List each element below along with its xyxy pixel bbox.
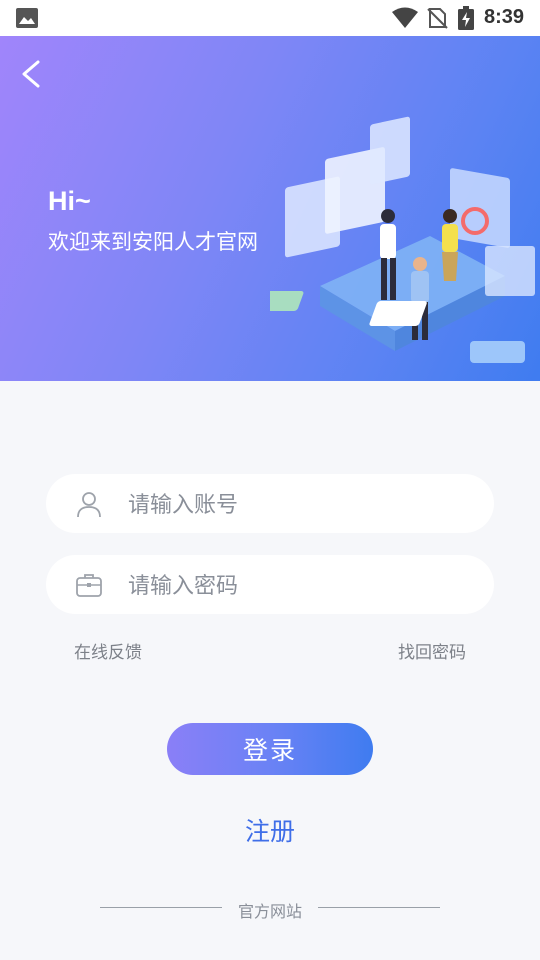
account-field [46,474,494,535]
no-sim-icon [427,8,448,29]
battery-charging-icon [458,6,474,30]
account-input[interactable] [126,474,470,535]
status-time: 8:39 [484,6,525,28]
footer-divider-right [318,907,440,908]
register-link[interactable]: 注册 [0,812,540,848]
status-bar: 8:39 [0,0,540,36]
login-button[interactable]: 登录 [167,723,373,775]
official-site-link[interactable]: 官方网站 [0,898,540,922]
wifi-icon [392,7,418,28]
briefcase-icon [76,574,102,597]
password-field [46,555,494,616]
welcome-text: 欢迎来到安阳人才官网 [48,231,258,254]
greeting-title: Hi~ [48,186,91,216]
hero-banner: Hi~ 欢迎来到安阳人才官网 [0,36,540,381]
office-illustration [270,116,535,363]
forgot-password-link[interactable]: 找回密码 [398,638,466,663]
password-input[interactable] [126,555,470,616]
online-feedback-link[interactable]: 在线反馈 [74,638,142,663]
chevron-left-icon[interactable] [14,56,50,92]
user-icon [77,492,101,518]
gallery-icon [16,8,38,28]
